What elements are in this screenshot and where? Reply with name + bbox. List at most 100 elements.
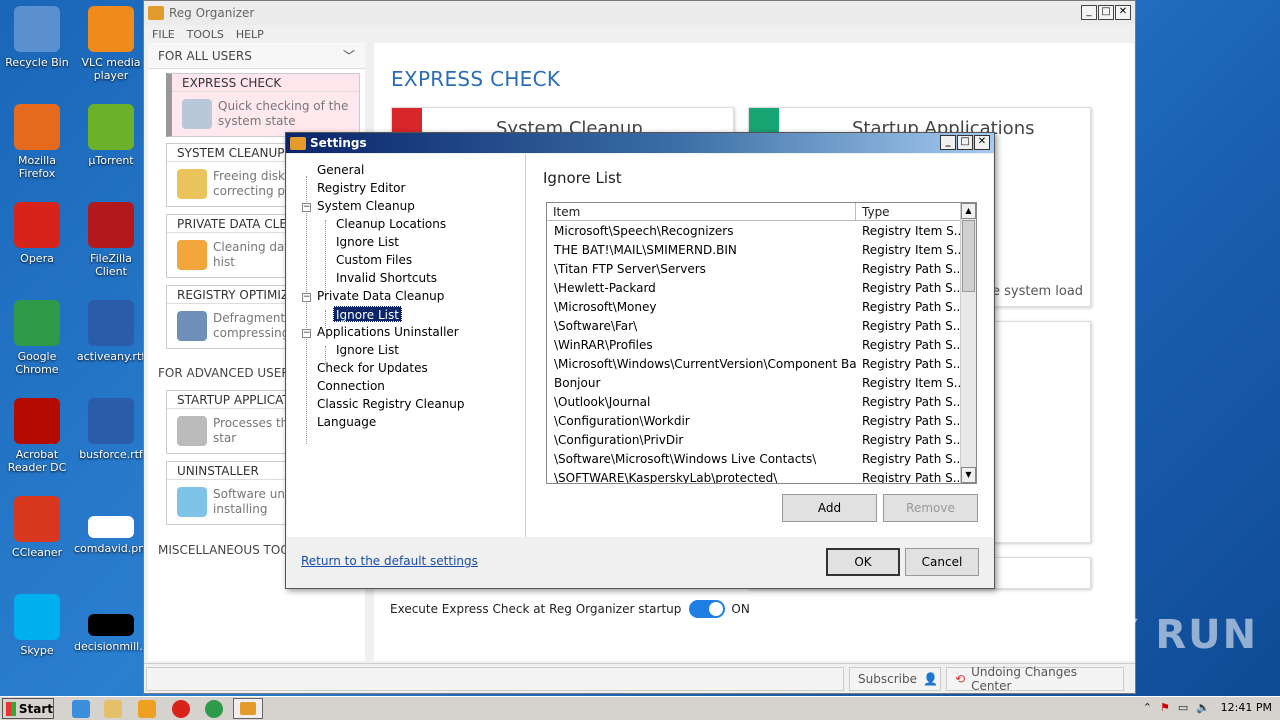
network-icon[interactable]: ▭ [1178,701,1188,714]
scroll-up-icon[interactable]: ▲ [961,203,976,219]
media-player-icon[interactable] [138,700,156,718]
tray-chevron-icon[interactable]: ⌃ [1143,701,1152,714]
scroll-down-icon[interactable]: ▼ [961,467,976,483]
tree-private-data-cleanup[interactable]: Private Data Cleanup [317,288,444,304]
expander-system-cleanup[interactable]: − [302,203,311,212]
expander-private-data[interactable]: − [302,293,311,302]
table-row[interactable]: \Titan FTP Server\Servers Registry Path S… [547,260,961,279]
checkered-flag-icon [177,416,207,446]
desktop-icon[interactable]: Acrobat Reader DC [0,398,74,474]
remove-button[interactable]: Remove [883,494,978,522]
dialog-minimize-button[interactable]: _ [940,135,956,150]
ie-icon[interactable] [72,700,90,718]
desktop-icon[interactable]: decisionmill... [74,594,150,653]
start-button[interactable]: Start [2,698,54,719]
cell-item: \Microsoft\Money [554,300,657,314]
desktop-icon[interactable]: CCleaner [0,496,74,559]
cell-type: Registry Path S... [862,281,961,295]
dialog-maximize-button[interactable]: □ [957,135,973,150]
pane-title: Ignore List [543,169,622,187]
tree-custom-files[interactable]: Custom Files [336,252,412,268]
table-row[interactable]: Bonjour Registry Item S... [547,374,961,393]
chrome-icon [14,300,60,346]
desktop-icon-label: Mozilla Firefox [18,154,56,180]
scroll-thumb[interactable] [962,220,975,292]
table-row[interactable]: \Microsoft\Money Registry Path S... [547,298,961,317]
tree-check-for-updates[interactable]: Check for Updates [317,360,428,376]
reset-defaults-link[interactable]: Return to the default settings [301,554,478,568]
table-row[interactable]: \Software\Microsoft\Windows Live Contact… [547,450,961,469]
nav-express-check[interactable]: EXPRESS CHECK Quick checking of the syst… [166,73,360,137]
tree-language[interactable]: Language [317,414,376,430]
column-type[interactable]: Type [856,203,961,221]
desktop-icon[interactable]: Skype [0,594,74,657]
menu-file[interactable]: FILE [152,28,175,41]
cell-item: Microsoft\Speech\Recognizers [554,224,734,238]
close-button[interactable]: ✕ [1115,5,1131,20]
subscribe-label: Subscribe [858,672,917,686]
explorer-icon[interactable] [104,700,122,718]
cancel-button[interactable]: Cancel [905,548,979,576]
table-row[interactable]: Microsoft\Speech\Recognizers Registry Ite… [547,222,961,241]
column-item[interactable]: Item [547,203,856,221]
menu-tools[interactable]: TOOLS [187,28,224,41]
desktop-icon[interactable]: Mozilla Firefox [0,104,74,180]
desktop-icon[interactable]: comdavid.png [74,496,152,555]
tree-ignore-list-private[interactable]: Ignore List [333,306,402,322]
table-row[interactable]: \Microsoft\Windows\CurrentVersion\Compon… [547,355,961,374]
table-row[interactable]: THE BAT!\MAIL\SMIMERND.BIN Registry Item … [547,241,961,260]
volume-icon[interactable]: 🔈 [1196,701,1210,714]
desktop-icon[interactable]: Google Chrome [0,300,74,376]
for-all-users-dropdown[interactable]: FOR ALL USERS ﹀ [148,43,365,69]
nav-desc: Quick checking of the system state [218,99,349,128]
expander-uninstaller[interactable]: − [302,329,311,338]
list-scrollbar[interactable]: ▲ ▼ [960,203,976,483]
table-row[interactable]: \SOFTWARE\KasperskyLab\protected\ Registr… [547,469,961,483]
table-row[interactable]: \WinRAR\Profiles Registry Path S... [547,336,961,355]
tree-applications-uninstaller[interactable]: Applications Uninstaller [317,324,459,340]
chrome-icon[interactable] [205,700,223,718]
tree-classic-registry-cleanup[interactable]: Classic Registry Cleanup [317,396,465,412]
desktop-icon[interactable]: activeany.rtf [74,300,148,363]
tree-ignore-list-cleanup[interactable]: Ignore List [336,234,399,250]
desktop-icon[interactable]: Recycle Bin [0,6,74,69]
tree-ignore-list-uninstaller[interactable]: Ignore List [336,342,399,358]
tree-registry-editor[interactable]: Registry Editor [317,180,405,196]
tree-invalid-shortcuts[interactable]: Invalid Shortcuts [336,270,437,286]
desktop-icon[interactable]: FileZilla Client [74,202,148,278]
flag-alert-icon[interactable]: ⚑ [1160,701,1170,714]
desktop-icon[interactable]: busforce.rtf [74,398,148,461]
table-row[interactable]: \Configuration\Workdir Registry Path S... [547,412,961,431]
for-all-users-label: FOR ALL USERS [158,48,252,63]
menu-help[interactable]: HELP [236,28,264,41]
tree-general[interactable]: General [317,162,364,178]
startup-toggle[interactable] [689,600,726,618]
tree-system-cleanup[interactable]: System Cleanup [317,198,415,214]
desktop-icon[interactable]: Opera [0,202,74,265]
opera-icon[interactable] [172,700,190,718]
table-row[interactable]: \Outlook\Journal Registry Path S... [547,393,961,412]
table-row[interactable]: \Hewlett-Packard Registry Path S... [547,279,961,298]
minimize-button[interactable]: _ [1081,5,1097,20]
subscribe-button[interactable]: Subscribe 👤 [849,667,941,691]
clock[interactable]: 12:41 PM [1221,701,1272,714]
add-button[interactable]: Add [782,494,877,522]
table-row[interactable]: \Software\Far\ Registry Path S... [547,317,961,336]
table-row[interactable]: \Configuration\PrivDir Registry Path S... [547,431,961,450]
desktop-icon[interactable]: µTorrent [74,104,148,167]
desktop-icon[interactable]: VLC media player [74,6,148,82]
ignore-list-view[interactable]: Item Type Microsoft\Speech\Recognizers Re… [546,202,977,484]
window-titlebar[interactable]: Reg Organizer _ □ ✕ [144,1,1135,25]
maximize-button[interactable]: □ [1098,5,1114,20]
reg-organizer-task[interactable] [233,698,263,719]
dialog-close-button[interactable]: ✕ [974,135,990,150]
ok-button[interactable]: OK [826,548,900,576]
vlc-icon [88,6,134,52]
misc-tools-label[interactable]: MISCELLANEOUS TOOL [158,543,296,557]
dialog-titlebar[interactable]: Settings _ □ ✕ [286,133,994,153]
tree-cleanup-locations[interactable]: Cleanup Locations [336,216,446,232]
undo-center-button[interactable]: ⟲ Undoing Changes Center [946,665,1124,693]
undo-icon: ⟲ [955,672,966,686]
skype-icon [14,594,60,640]
tree-connection[interactable]: Connection [317,378,385,394]
